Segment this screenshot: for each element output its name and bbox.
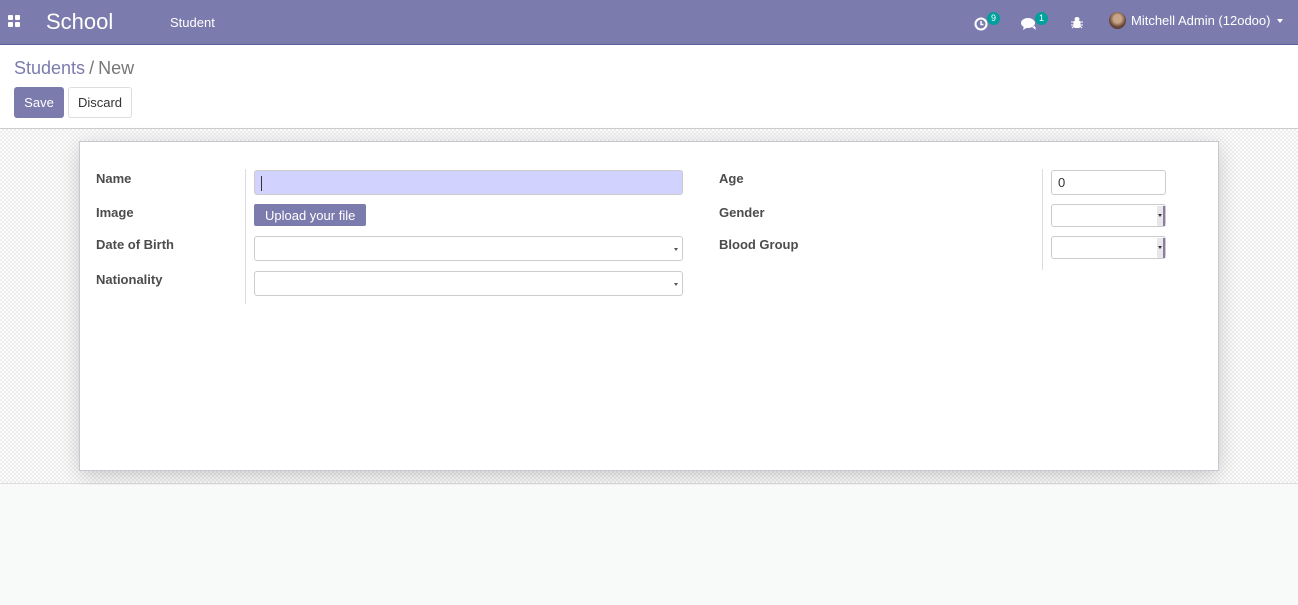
name-label: Name [96, 171, 132, 186]
caret-down-icon [1158, 246, 1162, 249]
blood-group-select[interactable] [1051, 236, 1166, 259]
bug-icon [1071, 17, 1083, 29]
age-input[interactable]: 0 [1051, 170, 1166, 195]
gender-select[interactable] [1051, 204, 1166, 227]
name-input[interactable] [254, 170, 683, 195]
left-group-separator [245, 169, 246, 304]
debug-menu[interactable] [1071, 0, 1083, 45]
clock-icon [974, 17, 988, 30]
top-navbar: School Student 9 1 Mitchell Admin (12odo… [0, 0, 1298, 45]
messages-count-badge: 1 [1035, 12, 1048, 25]
right-group-separator [1042, 169, 1043, 270]
caret-down-icon [674, 248, 678, 251]
activity-menu[interactable] [974, 0, 988, 45]
age-label: Age [719, 171, 744, 186]
discard-button[interactable]: Discard [68, 87, 132, 118]
date-of-birth-label: Date of Birth [96, 237, 174, 252]
nationality-label: Nationality [96, 272, 163, 287]
form-sheet: Name Image Date of Birth Nationality Upl… [79, 141, 1219, 471]
blood-group-label: Blood Group [719, 237, 799, 252]
menu-item-student[interactable]: Student [170, 15, 215, 30]
save-button[interactable]: Save [14, 87, 64, 118]
nationality-input[interactable] [254, 271, 683, 296]
apps-menu-icon[interactable] [8, 15, 22, 29]
app-brand: School [46, 9, 114, 34]
date-of-birth-input[interactable] [254, 236, 683, 261]
form-view: Name Image Date of Birth Nationality Upl… [0, 129, 1298, 484]
caret-down-icon [1277, 18, 1284, 23]
activity-count-badge: 9 [987, 12, 1000, 25]
gender-label: Gender [719, 205, 765, 220]
caret-down-icon [1158, 214, 1162, 217]
text-cursor [261, 176, 262, 192]
breadcrumb-students[interactable]: Students [14, 58, 85, 78]
control-panel: Students / New Save Discard [0, 45, 1298, 129]
chatter-area [0, 485, 1298, 605]
breadcrumb-current: New [98, 58, 135, 78]
breadcrumb-separator: / [89, 58, 95, 78]
caret-down-icon [674, 283, 678, 286]
upload-file-button[interactable]: Upload your file [254, 204, 367, 226]
user-name: Mitchell Admin (12odoo) [1131, 13, 1271, 28]
avatar [1109, 12, 1126, 29]
image-label: Image [96, 205, 134, 220]
user-menu[interactable]: Mitchell Admin (12odoo) [1109, 12, 1284, 29]
breadcrumb: Students / New [14, 58, 134, 79]
